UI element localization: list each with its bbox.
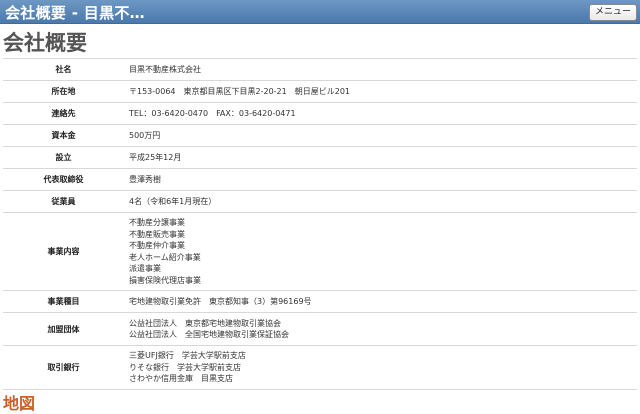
table-row: 社名 目黒不動産株式会社 — [3, 58, 637, 81]
row-label: 連絡先 — [3, 102, 124, 125]
table-row: 加盟団体 公益社団法人 東京都宅地建物取引業協会 公益社団法人 全国宅地建物取引… — [3, 312, 637, 346]
row-value: 豊澤秀樹 — [124, 168, 637, 191]
row-value: TEL：03-6420-0470 FAX：03-6420-0471 — [124, 102, 637, 125]
menu-button[interactable]: メニュー — [588, 4, 637, 21]
table-row: 所在地 〒153-0064 東京都目黒区下目黒2-20-21 朝日屋ビル201 — [3, 80, 637, 103]
row-value: 三菱UFJ銀行 学芸大学駅前支店 りそな銀行 学芸大学駅前支店 さわやか信用金庫… — [124, 345, 637, 390]
row-value: 宅地建物取引業免許 東京都知事（3）第96169号 — [124, 290, 637, 313]
table-row: 取引銀行 三菱UFJ銀行 学芸大学駅前支店 りそな銀行 学芸大学駅前支店 さわや… — [3, 345, 637, 390]
page-title: 会社概要 — [3, 31, 87, 55]
row-label: 社名 — [3, 58, 124, 81]
row-label: 代表取締役 — [3, 168, 124, 191]
table-row: 従業員 4名（令和6年1月現在） — [3, 190, 637, 213]
table-row: 事業内容 不動産分譲事業 不動産販売事業 不動産仲介事業 老人ホーム紹介事業 派… — [3, 212, 637, 291]
row-label: 事業内容 — [3, 212, 124, 291]
table-row: 事業種目 宅地建物取引業免許 東京都知事（3）第96169号 — [3, 290, 637, 313]
row-value: 不動産分譲事業 不動産販売事業 不動産仲介事業 老人ホーム紹介事業 派遣事業 損… — [124, 212, 637, 291]
company-info-table: 社名 目黒不動産株式会社 所在地 〒153-0064 東京都目黒区下目黒2-20… — [3, 58, 637, 390]
map-section-title: 地図 — [3, 394, 36, 413]
row-label: 事業種目 — [3, 290, 124, 313]
row-label: 取引銀行 — [3, 345, 124, 390]
row-label: 所在地 — [3, 80, 124, 103]
row-value: 公益社団法人 東京都宅地建物取引業協会 公益社団法人 全国宅地建物取引業保証協会 — [124, 312, 637, 346]
row-value: 4名（令和6年1月現在） — [124, 190, 637, 213]
row-value: 目黒不動産株式会社 — [124, 58, 637, 81]
table-row: 連絡先 TEL：03-6420-0470 FAX：03-6420-0471 — [3, 102, 637, 125]
row-label: 設立 — [3, 146, 124, 169]
app-header: 会社概要 - 目黒不… メニュー — [0, 0, 640, 24]
table-row: 代表取締役 豊澤秀樹 — [3, 168, 637, 191]
row-label: 従業員 — [3, 190, 124, 213]
row-value: 500万円 — [124, 124, 637, 147]
table-row: 資本金 500万円 — [3, 124, 637, 147]
table-row: 設立 平成25年12月 — [3, 146, 637, 169]
header-title: 会社概要 - 目黒不… — [5, 4, 145, 22]
row-label: 資本金 — [3, 124, 124, 147]
row-label: 加盟団体 — [3, 312, 124, 346]
row-value: 平成25年12月 — [124, 146, 637, 169]
row-value: 〒153-0064 東京都目黒区下目黒2-20-21 朝日屋ビル201 — [124, 80, 637, 103]
